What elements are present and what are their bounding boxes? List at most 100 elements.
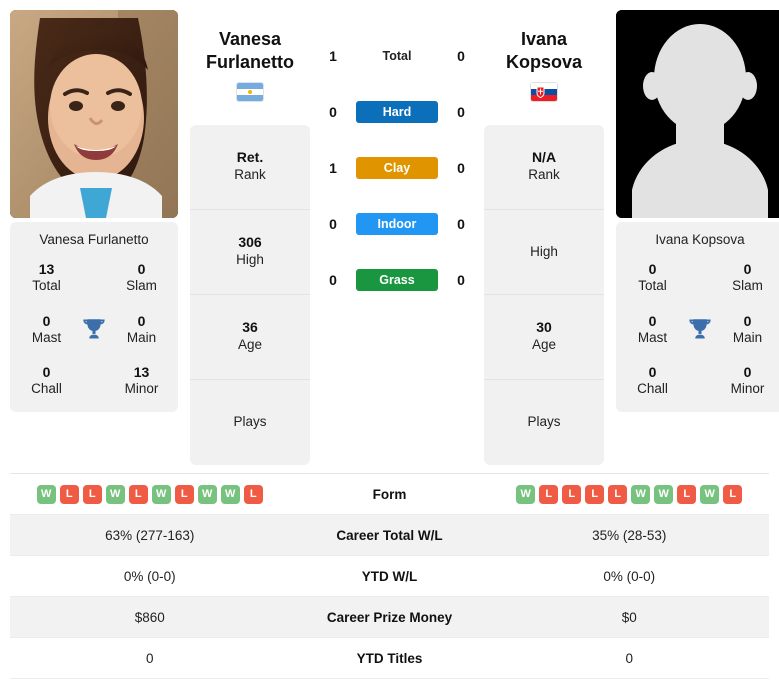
h2h-clay-left-score: 1: [329, 160, 337, 176]
flag-argentina-glyph: [237, 83, 263, 101]
right-rank-label: Rank: [528, 167, 560, 183]
surface-badge-hard[interactable]: Hard: [356, 101, 438, 123]
placeholder-avatar-icon: [616, 10, 779, 218]
right-form-cell: WLLLLWWLWL: [490, 479, 770, 510]
right-age-value: 30: [536, 319, 552, 336]
right-titles-main: 0 Main: [717, 313, 778, 347]
left-player-titles-card: Vanesa Furlanetto 13 Total 0 Slam 0 Mast: [10, 222, 178, 412]
table-row-ytd-titles: 0 YTD Titles 0: [10, 638, 769, 679]
left-titles-chall-label: Chall: [31, 381, 62, 397]
left-player-info-column: Vanesa Furlanetto Ret. Rank 306 High 36 …: [190, 10, 310, 465]
flag-argentina-icon: [237, 83, 263, 101]
form-badge-win: W: [151, 484, 171, 504]
right-high-label: High: [530, 243, 558, 259]
right-player-column: Ivana Kopsova 0 Total 0 Slam 0 Mast 0 Ma…: [616, 10, 779, 412]
table-row-label-ytd-wl: YTD W/L: [361, 568, 418, 584]
h2h-grass-left-score: 0: [329, 272, 337, 288]
surface-badge-indoor[interactable]: Indoor: [356, 213, 438, 235]
right-ytd-wl: 0% (0-0): [603, 568, 656, 584]
right-rank-value: N/A: [531, 149, 557, 166]
h2h-total-label: Total: [382, 49, 412, 63]
left-flag-wrap: [190, 83, 310, 105]
right-titles-mast-label: Mast: [637, 329, 668, 345]
right-ytd-titles: 0: [625, 650, 633, 666]
form-badge-loss: L: [677, 484, 697, 504]
h2h-row-hard: 0 Hard 0: [310, 84, 484, 140]
left-form-strip: WLLWLWLWWL: [14, 484, 286, 504]
left-titles-minor-value: 13: [133, 364, 150, 381]
left-high-value: 306: [238, 234, 262, 251]
form-badge-loss: L: [174, 484, 194, 504]
form-badge-win: W: [105, 484, 125, 504]
left-career-wl: 63% (277-163): [105, 527, 195, 543]
left-age-value: 36: [242, 319, 258, 336]
h2h-indoor-left-score: 0: [329, 216, 337, 232]
left-ytd-titles: 0: [145, 650, 154, 666]
left-titles-total-value: 13: [38, 261, 55, 277]
form-badge-win: W: [36, 484, 56, 504]
form-badge-loss: L: [608, 484, 628, 504]
form-badge-loss: L: [128, 484, 148, 504]
table-row-label-ytd-titles: YTD Titles: [356, 650, 423, 666]
left-player-card-name: Vanesa Furlanetto: [39, 232, 149, 247]
right-titles-minor-label: Minor: [730, 381, 765, 397]
right-player-card-name: Ivana Kopsova: [655, 232, 745, 247]
left-player-photo-image: [10, 10, 178, 218]
right-high-row: High: [484, 210, 604, 295]
left-age-label: Age: [237, 337, 263, 353]
left-titles-slam: 0 Slam: [111, 261, 172, 295]
left-titles-minor-label: Minor: [124, 381, 159, 397]
form-badge-win: W: [220, 484, 240, 504]
right-plays-row: Plays: [484, 380, 604, 465]
table-row-label-career-prize: Career Prize Money: [326, 609, 453, 625]
right-player-first-name: Ivana: [520, 29, 568, 49]
right-titles-mast-value: 0: [648, 312, 657, 329]
table-row-career-prize: $860 Career Prize Money $0: [10, 597, 769, 638]
left-form-cell: WLLWLWLWWL: [10, 479, 290, 510]
h2h-grass-right-score: 0: [457, 272, 465, 288]
h2h-row-grass: 0 Grass 0: [310, 252, 484, 308]
trophy-icon: [77, 316, 111, 342]
right-age-row: 30 Age: [484, 295, 604, 380]
surface-badge-grass[interactable]: Grass: [356, 269, 438, 291]
form-badge-win: W: [700, 484, 720, 504]
left-titles-total-label: Total: [32, 278, 61, 294]
right-player-photo[interactable]: [616, 10, 779, 218]
trophy-icon-glyph: [689, 319, 711, 339]
form-badge-loss: L: [562, 484, 582, 504]
left-plays-row: Plays: [190, 380, 310, 465]
left-career-prize: $860: [134, 609, 165, 625]
comparison-header: Vanesa Furlanetto 13 Total 0 Slam 0 Mast: [0, 0, 779, 465]
left-rank-label: Rank: [234, 167, 266, 183]
h2h-total-left-score: 1: [329, 48, 337, 64]
left-player-photo[interactable]: [10, 10, 178, 218]
form-badge-loss: L: [243, 484, 263, 504]
right-titles-minor-value: 0: [743, 364, 752, 381]
right-titles-grid: 0 Total 0 Slam 0 Mast 0 Main 0 Chall 0 M…: [622, 261, 778, 398]
right-titles-slam-value: 0: [743, 261, 752, 277]
trophy-icon: [683, 316, 717, 342]
left-rank-row: Ret. Rank: [190, 125, 310, 210]
right-rank-row: N/A Rank: [484, 125, 604, 210]
right-career-prize: $0: [621, 609, 637, 625]
left-titles-chall: 0 Chall: [16, 364, 77, 398]
form-badge-win: W: [197, 484, 217, 504]
right-titles-minor: 0 Minor: [717, 364, 778, 398]
left-titles-chall-value: 0: [42, 364, 51, 381]
right-player-titles-card: Ivana Kopsova 0 Total 0 Slam 0 Mast 0 Ma…: [616, 222, 779, 412]
left-titles-main-label: Main: [126, 329, 157, 345]
h2h-hard-right-score: 0: [457, 104, 465, 120]
surface-badge-clay[interactable]: Clay: [356, 157, 438, 179]
right-rank-panel: N/A Rank High 30 Age Plays: [484, 125, 604, 465]
right-player-info-column: Ivana Kopsova N/A Rank High 30 Age Plays: [484, 10, 604, 465]
form-badge-win: W: [516, 484, 536, 504]
h2h-hard-left-score: 0: [329, 104, 337, 120]
h2h-row-clay: 1 Clay 0: [310, 140, 484, 196]
left-titles-minor: 13 Minor: [111, 364, 172, 398]
right-age-label: Age: [531, 337, 557, 353]
right-titles-chall: 0 Chall: [622, 364, 683, 398]
left-titles-mast-label: Mast: [31, 329, 62, 345]
left-high-row: 306 High: [190, 210, 310, 295]
left-ytd-wl: 0% (0-0): [123, 568, 176, 584]
comparison-table: WLLWLWLWWL Form WLLLLWWLWL 63% (277-163)…: [10, 473, 769, 679]
